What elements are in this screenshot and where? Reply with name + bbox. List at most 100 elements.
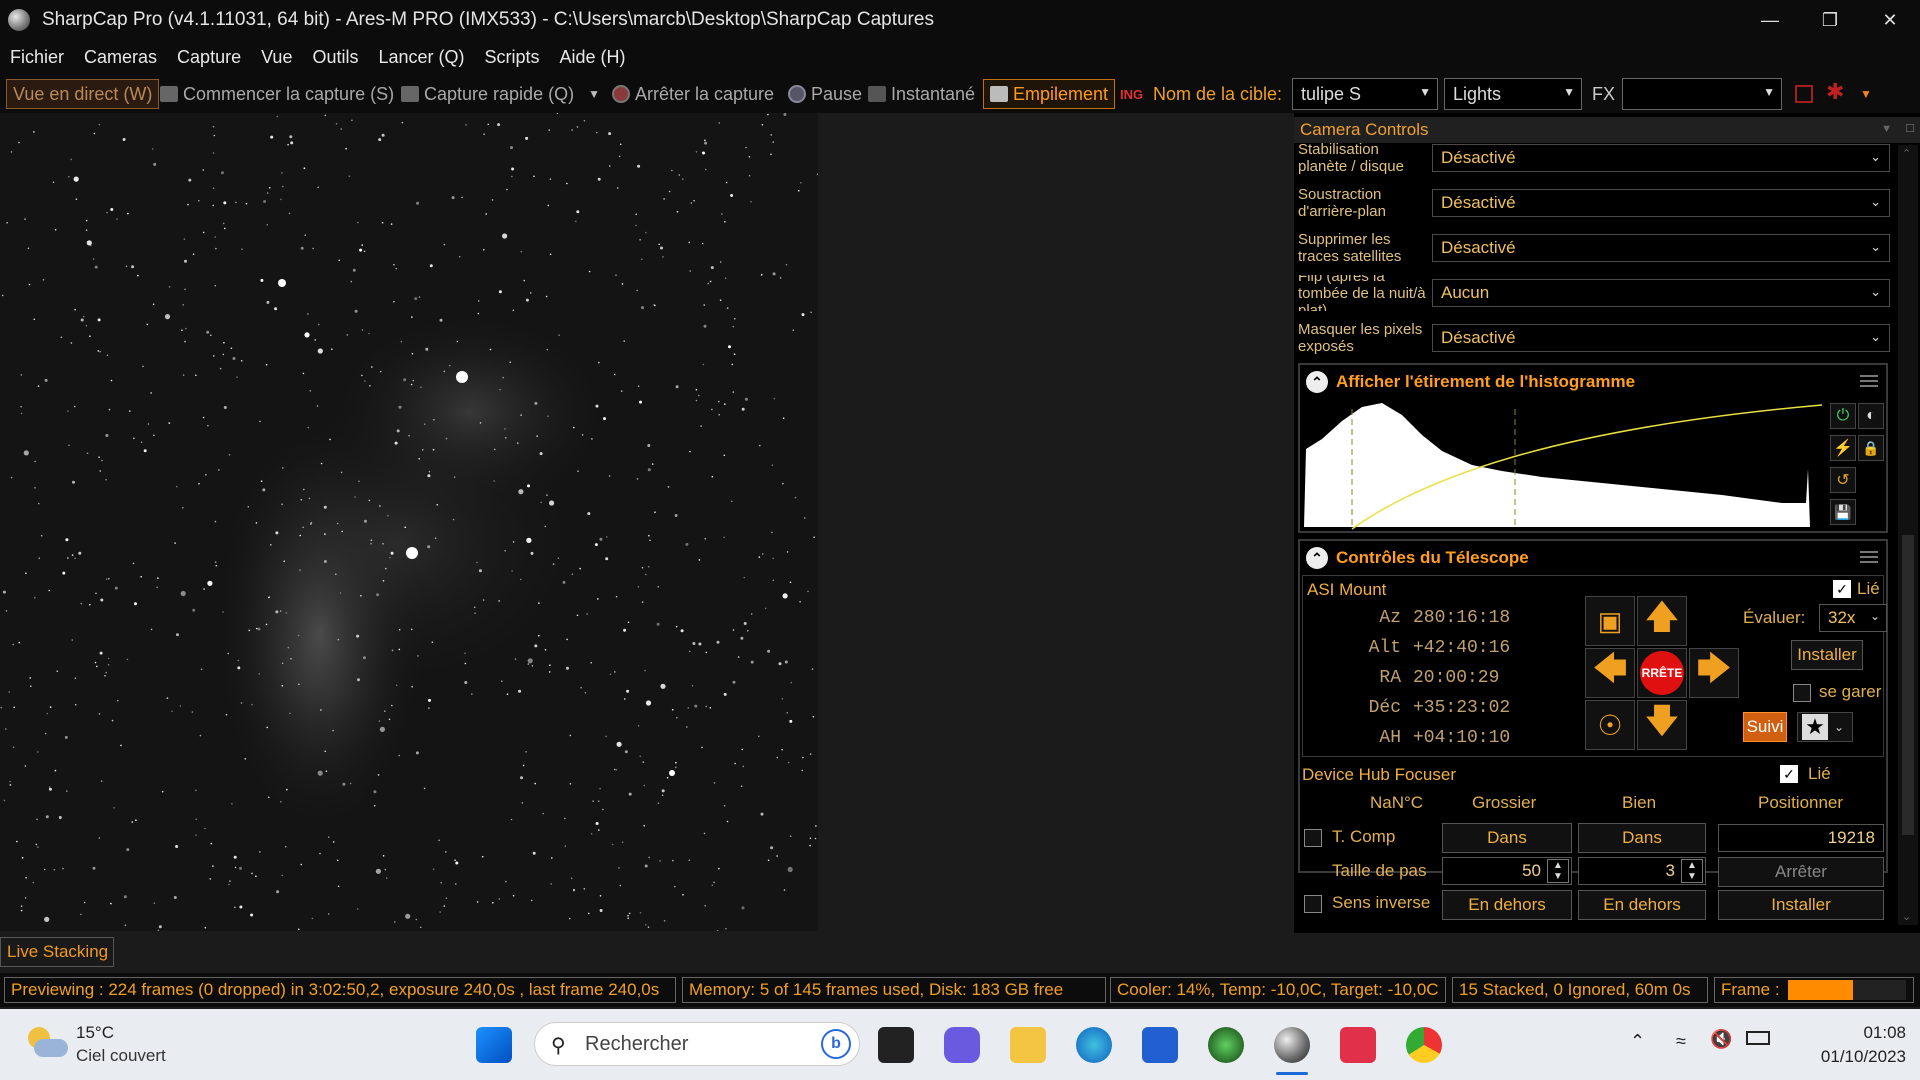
weather-icon[interactable] (24, 1025, 68, 1061)
park-checkbox[interactable] (1793, 684, 1811, 702)
arrow-left-icon[interactable]: 🡄 (1585, 648, 1635, 698)
planet-stabilization-select[interactable]: Désactivé ⌄ (1432, 144, 1890, 172)
histogram-header[interactable]: ⌃ Afficher l'étirement de l'histogramme (1300, 365, 1886, 399)
menu-capture[interactable]: Capture (177, 47, 241, 68)
rate-select[interactable]: 32x ⌄ (1819, 604, 1887, 632)
panel-scrollbar[interactable]: ⌃ ⌄ (1898, 145, 1918, 925)
astro-app-icon[interactable] (1340, 1027, 1376, 1063)
menu-file[interactable]: Fichier (10, 47, 64, 68)
flip-select[interactable]: Aucun ⌄ (1432, 279, 1890, 307)
reverse-checkbox[interactable] (1304, 895, 1322, 913)
tracking-mode-select[interactable]: ★ ⌄ (1797, 712, 1853, 742)
menu-view[interactable]: Vue (261, 47, 292, 68)
live-view-button[interactable]: Vue en direct (W) (6, 79, 160, 109)
record-icon[interactable] (1795, 85, 1813, 103)
menu-launch[interactable]: Lancer (Q) (378, 47, 464, 68)
battery-icon[interactable] (1746, 1031, 1770, 1045)
chevron-down-icon[interactable]: ▼ (588, 87, 600, 101)
satellite-trails-select[interactable]: Désactivé ⌄ (1432, 234, 1890, 262)
mount-install-button[interactable]: Installer (1791, 640, 1863, 670)
fine-out-button[interactable]: En dehors (1578, 890, 1706, 920)
arrow-down-icon[interactable]: 🡇 (1637, 700, 1687, 750)
focuser-linked-checkbox[interactable]: ✓ (1780, 765, 1798, 783)
star (126, 658, 129, 661)
teams-icon[interactable] (944, 1027, 980, 1063)
stacking-button[interactable]: Empilement (983, 79, 1116, 109)
fx-combo[interactable]: ▼ (1622, 78, 1782, 110)
bing-icon[interactable]: b (821, 1029, 851, 1059)
star (700, 425, 702, 427)
fine-step-field[interactable]: 3 ▲ ▼ (1578, 857, 1706, 885)
pause-button[interactable]: Pause (788, 79, 862, 109)
telescope-header[interactable]: ⌃ Contrôles du Télescope (1300, 541, 1886, 575)
lock-icon[interactable]: 🔒 (1858, 435, 1884, 461)
menu-cameras[interactable]: Cameras (84, 47, 157, 68)
chevron-down-icon[interactable]: ▼ (1881, 123, 1892, 135)
chrome-icon[interactable] (1406, 1027, 1442, 1063)
chevron-up-icon[interactable]: ⌃ (1630, 1031, 1645, 1052)
store-icon[interactable] (1142, 1027, 1178, 1063)
mask-pixels-select[interactable]: Désactivé ⌄ (1432, 324, 1890, 352)
frame-type-combo[interactable]: Lights ▼ (1444, 78, 1582, 110)
scrollbar-thumb[interactable] (1902, 535, 1914, 835)
arrow-up-icon[interactable]: 🡅 (1637, 596, 1687, 646)
snapshot-button[interactable]: Instantané (868, 79, 975, 109)
scroll-up-icon[interactable]: ⌃ (1902, 147, 1911, 160)
collapse-icon[interactable]: ⌃ (1306, 371, 1328, 393)
contrast-icon[interactable]: ◐ (1858, 403, 1884, 429)
scroll-down-icon[interactable]: ⌄ (1902, 910, 1911, 923)
restore-button[interactable]: ❐ (1800, 0, 1860, 40)
coarse-in-button[interactable]: Dans (1442, 823, 1572, 853)
task-view-icon[interactable] (878, 1027, 914, 1063)
reset-icon[interactable]: ↺ (1830, 467, 1856, 493)
windows-start-icon[interactable] (476, 1027, 512, 1063)
menu-scripts[interactable]: Scripts (485, 47, 540, 68)
menu-icon[interactable] (1860, 551, 1878, 563)
file-explorer-icon[interactable] (1010, 1027, 1046, 1063)
spinner-icon[interactable]: ▲ ▼ (1681, 859, 1703, 883)
pin-icon[interactable]: □ (1906, 120, 1914, 135)
background-subtraction-select[interactable]: Désactivé ⌄ (1432, 189, 1890, 217)
wifi-icon[interactable]: ≈ (1676, 1031, 1686, 1052)
home-target-icon[interactable]: ☉ (1585, 700, 1635, 750)
tcomp-checkbox[interactable] (1304, 829, 1322, 847)
coarse-step-field[interactable]: 50 ▲ ▼ (1442, 857, 1572, 885)
menu-tools[interactable]: Outils (312, 47, 358, 68)
stop-capture-button[interactable]: Arrêter la capture (612, 79, 774, 109)
image-viewer[interactable] (0, 113, 1292, 933)
minimize-button[interactable]: — (1740, 0, 1800, 40)
start-capture-button[interactable]: Commencer la capture (S) (160, 79, 394, 109)
taskbar-search[interactable]: ⚲ Rechercher b (534, 1022, 860, 1066)
speaker-muted-icon[interactable]: 🔇 (1710, 1029, 1732, 1050)
sharpcap-taskbar-icon[interactable] (1274, 1027, 1310, 1063)
mount-linked-checkbox[interactable]: ✓ (1833, 580, 1851, 598)
coarse-out-button[interactable]: En dehors (1442, 890, 1572, 920)
lightning-icon[interactable]: ⚡ (1830, 435, 1856, 461)
fine-in-button[interactable]: Dans (1578, 823, 1706, 853)
focuser-install-button[interactable]: Installer (1718, 890, 1884, 920)
tracking-button[interactable]: Suivi (1743, 712, 1787, 742)
save-icon[interactable]: 💾 (1830, 499, 1856, 525)
close-button[interactable]: ✕ (1860, 0, 1920, 40)
goto-icon[interactable]: ▣ (1585, 596, 1635, 646)
phd-guiding-icon[interactable] (1208, 1027, 1244, 1063)
clock-time[interactable]: 01:08 (1840, 1023, 1906, 1043)
menu-help[interactable]: Aide (H) (560, 47, 626, 68)
clock-date[interactable]: 01/10/2023 (1796, 1047, 1906, 1067)
coarse-step-value: 50 (1522, 861, 1541, 880)
target-name-combo[interactable]: tulipe S ▼ (1292, 78, 1438, 110)
menu-icon[interactable] (1860, 375, 1878, 387)
collapse-icon[interactable]: ⌃ (1306, 547, 1328, 569)
stop-button[interactable]: RRÊTE (1637, 648, 1687, 698)
live-stacking-tab[interactable]: Live Stacking (0, 937, 114, 967)
arrow-right-icon[interactable]: 🡆 (1689, 648, 1739, 698)
quick-capture-button[interactable]: Capture rapide (Q) ▼ (401, 79, 600, 109)
edge-icon[interactable] (1076, 1027, 1112, 1063)
focuser-stop-button[interactable]: Arrêter (1718, 857, 1884, 887)
position-field[interactable]: 19218 (1718, 824, 1884, 852)
power-icon[interactable]: ⏻ (1830, 403, 1856, 429)
spinner-icon[interactable]: ▲ ▼ (1547, 859, 1569, 883)
histogram-plot[interactable] (1302, 399, 1832, 531)
cross-icon[interactable]: ✱ (1826, 77, 1844, 107)
chevron-down-icon[interactable]: ▼ (1860, 79, 1872, 109)
